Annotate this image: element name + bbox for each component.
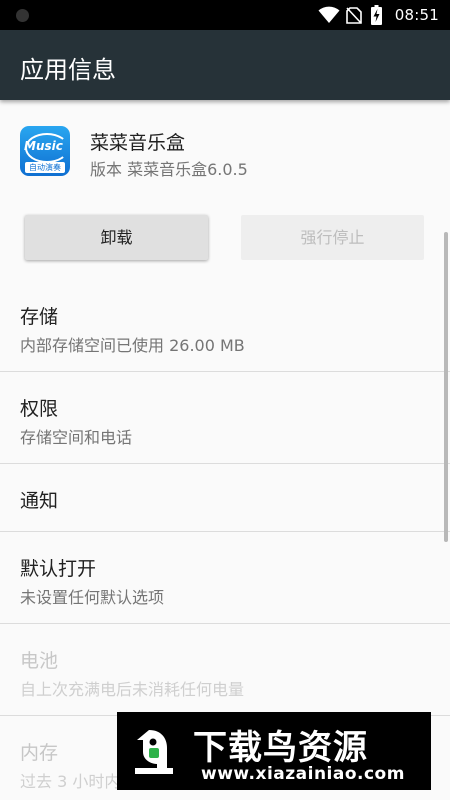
force-stop-button: 强行停止 xyxy=(241,215,424,260)
notification-dot-icon xyxy=(16,9,29,22)
scrollbar[interactable] xyxy=(444,232,448,542)
pref-title: 存储 xyxy=(20,306,59,328)
pref-summary: 存储空间和电话 xyxy=(20,428,133,447)
app-info-content: Music 自动演奏 菜菜音乐盒 版本 菜菜音乐盒6.0.5 卸载 强行停止 存… xyxy=(0,100,450,800)
battery-charging-icon xyxy=(371,5,382,25)
uninstall-button[interactable]: 卸载 xyxy=(25,215,208,260)
app-icon: Music 自动演奏 xyxy=(20,126,70,176)
watermark-title: 下载鸟资源 xyxy=(193,728,368,768)
pref-title: 内存 xyxy=(20,742,59,764)
status-bar: 08:51 xyxy=(0,0,450,30)
no-sim-icon xyxy=(346,7,362,24)
pref-battery: 电池 自上次充满电后未消耗任何电量 xyxy=(0,624,450,715)
pref-permissions[interactable]: 权限 存储空间和电话 xyxy=(0,372,450,464)
app-header: Music 自动演奏 菜菜音乐盒 版本 菜菜音乐盒6.0.5 xyxy=(0,100,450,200)
wifi-icon xyxy=(318,6,340,23)
watermark: 下载鸟资源 www.xiazainiao.com xyxy=(117,712,431,790)
pref-summary: 未设置任何默认选项 xyxy=(20,588,165,607)
bird-logo-icon xyxy=(135,730,173,774)
pref-title: 权限 xyxy=(20,398,59,420)
pref-open-by-default[interactable]: 默认打开 未设置任何默认选项 xyxy=(0,532,450,624)
status-time: 08:51 xyxy=(394,6,439,24)
page-title: 应用信息 xyxy=(20,56,116,84)
pref-notifications[interactable]: 通知 xyxy=(0,464,450,531)
app-icon-text: Music xyxy=(24,139,63,153)
pref-summary: 过去 3 小时内 xyxy=(20,772,121,791)
pref-summary: 内部存储空间已使用 26.00 MB xyxy=(20,336,245,355)
pref-storage[interactable]: 存储 内部存储空间已使用 26.00 MB xyxy=(0,272,450,372)
pref-summary: 自上次充满电后未消耗任何电量 xyxy=(20,680,245,699)
pref-title: 通知 xyxy=(20,490,59,512)
app-bar: 应用信息 xyxy=(0,30,450,100)
pref-title: 电池 xyxy=(20,650,59,672)
app-name: 菜菜音乐盒 xyxy=(90,132,186,154)
watermark-url: www.xiazainiao.com xyxy=(201,764,405,784)
app-icon-tag: 自动演奏 xyxy=(25,162,65,173)
pref-title: 默认打开 xyxy=(20,558,97,580)
app-version: 版本 菜菜音乐盒6.0.5 xyxy=(90,160,248,179)
